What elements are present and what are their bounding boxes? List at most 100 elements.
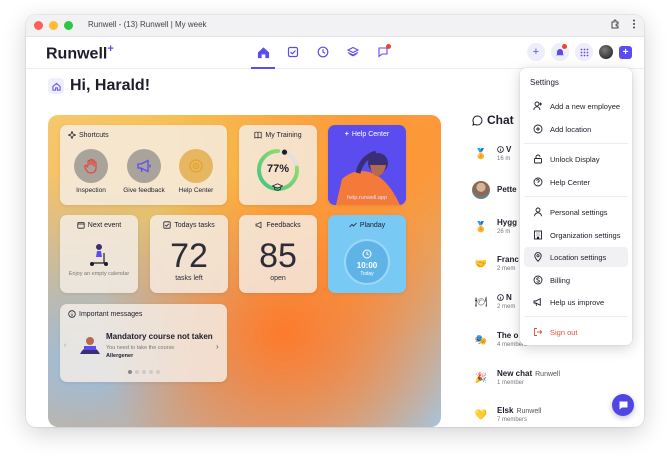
app-header: Runwell+ + +: [26, 37, 644, 69]
megaphone-icon: [127, 149, 161, 183]
settings-menu-title: Settings: [530, 78, 559, 87]
prev-message-button[interactable]: ‹: [64, 342, 66, 349]
tasks-count: 72: [170, 237, 208, 275]
training-card[interactable]: My Training 77%: [239, 125, 317, 205]
checklist-icon: [163, 221, 171, 229]
runwell-logo[interactable]: Runwell+: [46, 43, 114, 63]
grid-dots-icon: [580, 48, 588, 56]
nav-time[interactable]: [312, 41, 334, 63]
carousel-dot[interactable]: [148, 370, 153, 374]
menu-help-improve[interactable]: Help us improve: [524, 292, 628, 312]
more-vertical-icon[interactable]: [632, 19, 636, 29]
megaphone-icon: [256, 221, 262, 229]
chat-item[interactable]: 🤝 Franc 2 mem: [472, 255, 519, 273]
chat-item[interactable]: Pette: [472, 181, 517, 199]
nav-tasks[interactable]: [282, 41, 304, 63]
add-button[interactable]: +: [527, 43, 545, 61]
medal-icon: 🏅: [474, 148, 488, 160]
help-center-card[interactable]: + Help Center help.runwell.app: [328, 125, 406, 205]
chat-bubble-icon: [472, 114, 483, 126]
menu-location-settings[interactable]: Location settings: [524, 247, 628, 267]
menu-unlock-display[interactable]: Unlock Display: [524, 149, 628, 169]
plus-icon: +: [532, 46, 540, 58]
minimize-window-button[interactable]: [49, 21, 58, 30]
chat-item[interactable]: 🏅 V 16 m: [472, 145, 512, 163]
chat-item[interactable]: 💛 Elsk Runwell 7 members: [472, 406, 542, 424]
menu-sign-out[interactable]: Sign out: [524, 322, 628, 342]
menu-organization-settings[interactable]: Organization settings: [524, 225, 628, 245]
shortcut-give-feedback[interactable]: Give feedback: [121, 149, 167, 194]
shortcut-help-center[interactable]: Help Center: [173, 149, 219, 194]
chat-item[interactable]: 🎭 The o4 members: [472, 331, 527, 349]
support-chat-button[interactable]: [612, 394, 634, 416]
next-event-card[interactable]: Next event Enjoy an empty calendar: [60, 215, 138, 293]
menu-personal-settings[interactable]: Personal settings: [524, 202, 628, 222]
chat-name: Elsk Runwell: [497, 406, 542, 415]
scooter-illustration: [87, 243, 111, 267]
next-event-empty: Enjoy an empty calendar: [68, 271, 130, 277]
nav-home[interactable]: [251, 41, 275, 69]
add-user-icon: [532, 101, 544, 111]
feedbacks-header: Feedbacks: [239, 221, 317, 229]
main-nav: [251, 41, 402, 69]
user-avatar: [472, 181, 490, 199]
unlock-icon: [532, 154, 544, 164]
chevron-left-icon: ‹: [64, 342, 67, 349]
menu-add-employee[interactable]: Add a new employee: [524, 96, 628, 116]
lifebuoy-icon: [179, 149, 213, 183]
user-avatar[interactable]: [599, 45, 613, 59]
building-icon: [532, 230, 544, 240]
nav-chat[interactable]: [372, 41, 394, 63]
notifications-button[interactable]: [551, 43, 569, 61]
shortcut-inspection[interactable]: Inspection: [68, 149, 114, 194]
info-icon: [497, 146, 504, 153]
maximize-window-button[interactable]: [64, 21, 73, 30]
add-circle-icon: [532, 124, 544, 134]
chat-item[interactable]: 🏅 Hygg 26 m: [472, 218, 517, 236]
chevron-right-icon: ›: [216, 342, 219, 351]
todays-tasks-card[interactable]: Todays tasks 72 tasks left: [150, 215, 228, 293]
home-icon: [48, 78, 64, 94]
chat-item[interactable]: 🎉 New chat Runwell 1 member: [472, 369, 560, 387]
window-title: Runwell - (13) Runwell | My week: [88, 20, 207, 29]
title-bar: Runwell - (13) Runwell | My week: [26, 15, 644, 37]
message-headline: Mandatory course not taken: [106, 332, 213, 341]
important-messages-card: Important messages ‹ › Mandatory course …: [60, 304, 227, 382]
carousel-dot[interactable]: [134, 370, 139, 374]
menu-divider: [524, 143, 628, 144]
feedbacks-card[interactable]: Feedbacks 85 open: [239, 215, 317, 293]
carousel-dot[interactable]: [141, 370, 146, 374]
help-circle-icon: [532, 177, 544, 187]
planday-card[interactable]: Planday 10:00 Today: [328, 215, 406, 293]
menu-help-center[interactable]: Help Center: [524, 172, 628, 192]
workspace-plus-icon[interactable]: +: [619, 45, 632, 59]
menu-billing[interactable]: Billing: [524, 270, 628, 290]
sign-out-icon: [532, 327, 544, 337]
nav-training[interactable]: [342, 41, 364, 63]
carousel-dot-active[interactable]: [127, 370, 132, 374]
medal-icon: 🏅: [474, 221, 488, 233]
apps-button[interactable]: [575, 43, 593, 61]
extensions-icon[interactable]: [610, 19, 620, 29]
checklist-icon: [287, 46, 299, 58]
close-window-button[interactable]: [34, 21, 43, 30]
chat-header: Chat: [472, 113, 514, 127]
carousel-dot[interactable]: [155, 370, 160, 374]
megaphone-icon: [532, 297, 544, 307]
planday-header: Planday: [328, 221, 406, 229]
training-header: My Training: [239, 131, 317, 139]
notification-dot: [386, 44, 391, 49]
training-percent: 77%: [266, 163, 290, 175]
reader-illustration: [78, 334, 102, 356]
greeting: Hi, Harald!: [48, 77, 150, 95]
clock-icon: [317, 46, 329, 58]
titlebar-tools: [610, 19, 636, 29]
next-message-button[interactable]: ›: [216, 342, 219, 351]
menu-add-location[interactable]: Add location: [524, 119, 628, 139]
hand-stop-icon: [74, 149, 108, 183]
chat-name: New chat Runwell: [497, 369, 561, 378]
window-controls: [34, 21, 73, 30]
help-url[interactable]: help.runwell.app: [328, 195, 406, 201]
layers-icon: [347, 46, 359, 57]
chat-item[interactable]: 🍽 N2 mem: [472, 293, 516, 311]
